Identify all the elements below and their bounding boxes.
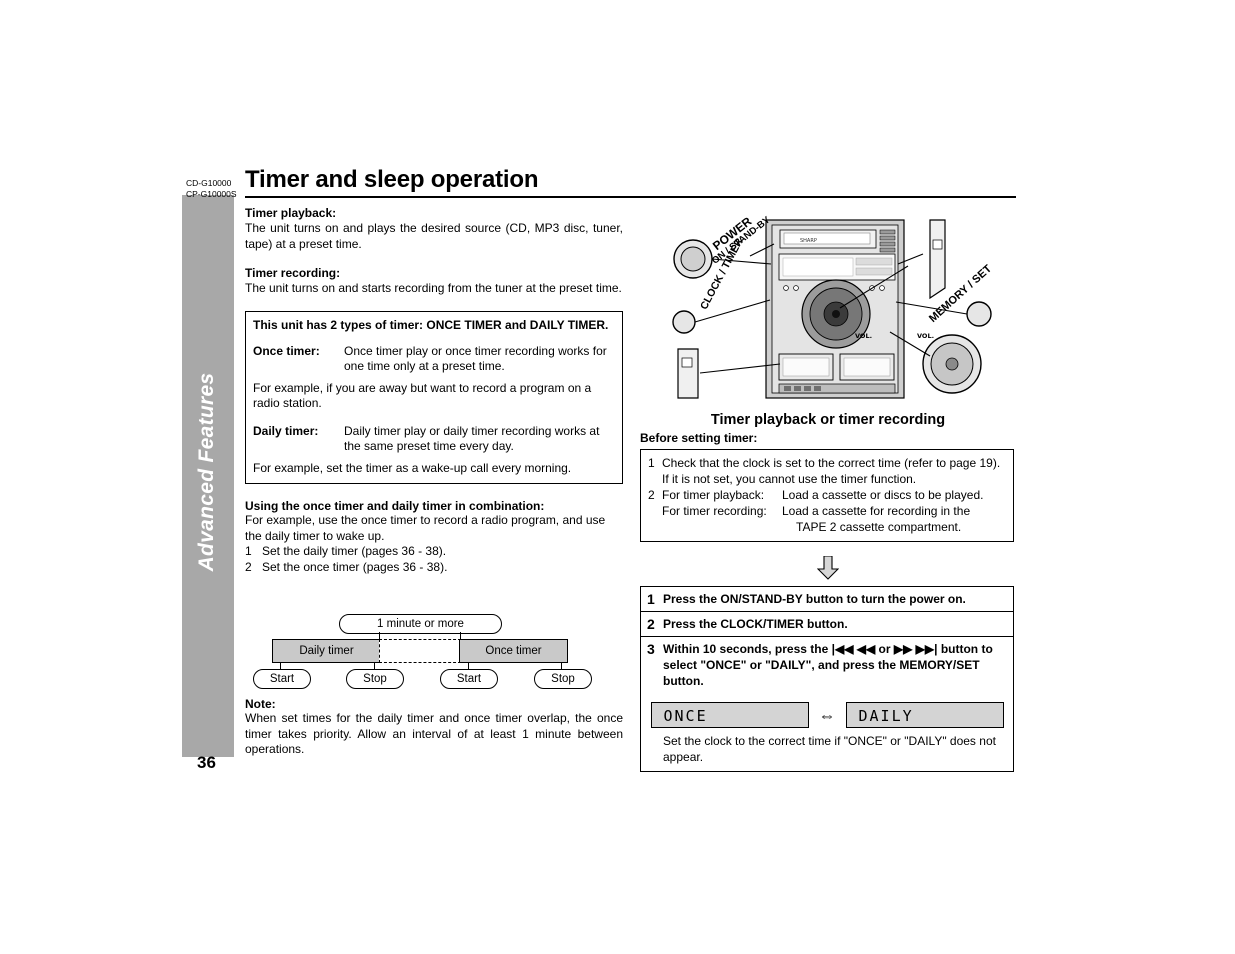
daily-timer-term: Daily timer: (253, 423, 319, 438)
steps-footer-note: Set the clock to the correct time if "ON… (663, 734, 996, 764)
diagram-gap-label: 1 minute or more (339, 614, 502, 634)
timer-overlap-diagram: 1 minute or more Daily timer Once timer … (253, 606, 613, 690)
before-setting-box: 1 Check that the clock is set to the cor… (640, 449, 1014, 542)
timer-playback-heading: Timer playback: (245, 206, 337, 220)
step-number: 3 (647, 641, 655, 657)
step-number: 1 (647, 591, 655, 607)
flow-arrow-down-icon (816, 555, 840, 580)
svg-text:VOL.: VOL. (917, 332, 934, 340)
list-item-number: 2 (245, 559, 252, 574)
step-number: 2 (647, 616, 655, 632)
before-item-3-text: Load a cassette for recording in the (782, 504, 971, 518)
step-row: 3 Within 10 seconds, press the |◀◀ ◀◀ or… (641, 637, 1013, 693)
list-item-text: Set the once timer (pages 36 - 38). (262, 559, 448, 574)
before-item-3: For timer recording: Load a cassette for… (648, 503, 1006, 519)
timer-types-title: This unit has 2 types of timer: ONCE TIM… (253, 317, 609, 332)
step-text: Press the CLOCK/TIMER button. (663, 617, 848, 631)
before-setting-heading: Before setting timer: (640, 431, 758, 445)
before-item-3-cont: TAPE 2 cassette compartment. (648, 519, 1006, 535)
timer-playback-text: The unit turns on and plays the desired … (245, 221, 623, 251)
model-codes: CD-G10000 CP-G10000S (186, 178, 237, 199)
before-item-2-label: For timer playback: (662, 488, 765, 502)
procedure-steps-box: 1 Press the ON/STAND-BY button to turn t… (640, 586, 1014, 772)
list-item-number: 1 (245, 544, 252, 558)
diagram-once-bar: Once timer (459, 639, 568, 663)
list-item: 2 Set the once timer (pages 36 - 38). (245, 560, 623, 576)
figure-caption: Timer playback or timer recording (710, 412, 946, 428)
before-item-1-cont: If it is not set, you cannot use the tim… (648, 471, 1006, 487)
diagram-stop-2: Stop (534, 669, 592, 689)
step-row: 2 Press the CLOCK/TIMER button. (641, 612, 1013, 637)
lcd-display-row: ONCE ⇔ DAILY (641, 693, 1013, 734)
title-rule (245, 196, 1016, 198)
stereo-system-illustration: SHARP VOL. VOL. POWER ON / STAND-BY CLOC… (640, 206, 1016, 411)
once-timer-term: Once timer: (253, 343, 320, 358)
page-number: 36 (197, 753, 216, 772)
page-root: Advanced Features CD-G10000 CP-G10000S 3… (0, 0, 1235, 954)
before-item-1-text: Check that the clock is set to the corre… (662, 456, 1001, 470)
before-item-3-text-2: TAPE 2 cassette compartment. (796, 520, 962, 534)
page-title: Timer and sleep operation (245, 166, 539, 193)
before-item-2-number: 2 (648, 488, 655, 502)
once-timer-definition: Once timer: Once timer play or once time… (253, 344, 615, 375)
before-item-2-text: Load a cassette or discs to be played. (782, 488, 984, 502)
lcd-daily-display: DAILY (845, 702, 1004, 728)
step-row: 1 Press the ON/STAND-BY button to turn t… (641, 587, 1013, 612)
lcd-toggle-arrows-icon: ⇔ (818, 705, 836, 725)
once-timer-example: For example, if you are away but want to… (253, 380, 592, 411)
diagram-gap-bar (379, 639, 461, 663)
daily-timer-text: Daily timer play or daily timer recordin… (344, 423, 600, 454)
list-item-text: Set the daily timer (pages 36 - 38). (262, 544, 447, 558)
list-item: 1 Set the daily timer (pages 36 - 38). (245, 544, 623, 560)
daily-timer-example: For example, set the timer as a wake-up … (253, 460, 572, 475)
timer-types-box: This unit has 2 types of timer: ONCE TIM… (245, 310, 623, 484)
sidebar-tab: Advanced Features (182, 195, 234, 757)
left-column: Timer playback: The unit turns on and pl… (245, 206, 623, 575)
lcd-once-display: ONCE (650, 702, 809, 728)
diagram-stop-1: Stop (346, 669, 404, 689)
sidebar-label: Advanced Features (195, 372, 218, 572)
timer-recording-text: The unit turns on and starts recording f… (245, 281, 622, 295)
svg-text:VOL.: VOL. (855, 332, 872, 340)
timer-recording-heading: Timer recording: (245, 266, 341, 280)
diagram-daily-bar: Daily timer (272, 639, 381, 663)
combination-text: For example, use the once timer to recor… (245, 513, 606, 543)
daily-timer-definition: Daily timer: Daily timer play or daily t… (253, 424, 615, 455)
diagram-start-1: Start (253, 669, 311, 689)
step-text: Press the ON/STAND-BY button to turn the… (663, 592, 966, 606)
note-text: When set times for the daily timer and o… (245, 711, 623, 756)
once-timer-text: Once timer play or once timer recording … (344, 343, 607, 374)
combination-steps: 1 Set the daily timer (pages 36 - 38). 2… (245, 544, 623, 575)
before-item-3-label: For timer recording: (662, 504, 767, 518)
svg-text:SHARP: SHARP (800, 238, 817, 244)
note-heading: Note: (245, 697, 276, 711)
before-item-2: 2 For timer playback: Load a cassette or… (648, 487, 1006, 503)
before-item-1: 1 Check that the clock is set to the cor… (648, 455, 1006, 471)
step-text: Within 10 seconds, press the |◀◀ ◀◀ or ▶… (663, 642, 993, 688)
before-item-1-text-2: If it is not set, you cannot use the tim… (662, 472, 917, 486)
diagram-start-2: Start (440, 669, 498, 689)
before-item-1-number: 1 (648, 456, 655, 470)
combination-heading: Using the once timer and daily timer in … (245, 499, 545, 513)
